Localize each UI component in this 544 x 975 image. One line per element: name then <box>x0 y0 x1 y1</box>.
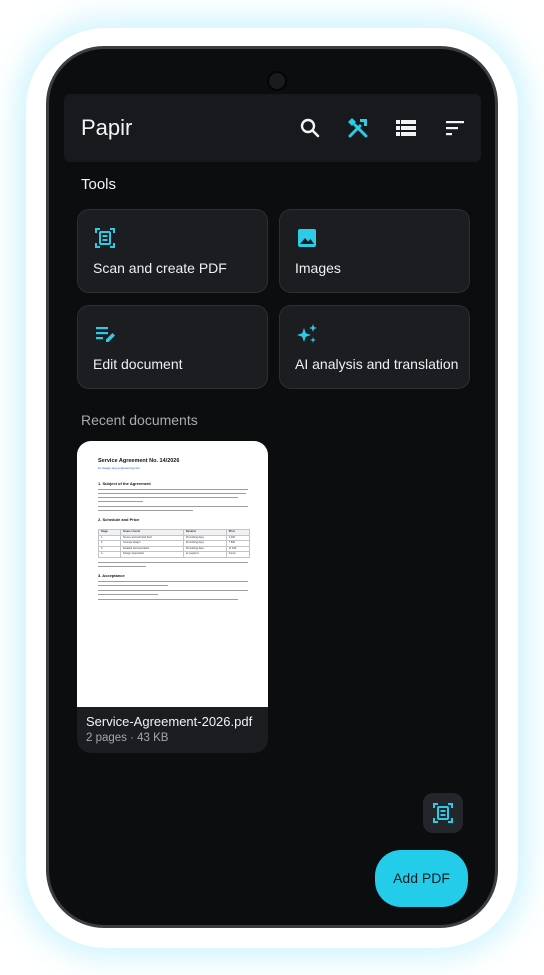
document-card[interactable]: Service Agreement No. 14/2026 lm-design.… <box>77 441 268 753</box>
phone-frame: Papir Tools Scan and create PDF Images E… <box>46 46 498 928</box>
preview-text-line <box>98 562 248 564</box>
search-icon[interactable] <box>298 116 322 140</box>
edit-document-icon <box>93 322 117 346</box>
add-pdf-button[interactable]: Add PDF <box>375 850 468 907</box>
tools-icon[interactable] <box>346 116 370 140</box>
preview-section-heading: 2. Schedule and Price <box>98 517 140 522</box>
tool-label: Scan and create PDF <box>93 260 227 276</box>
tool-card-images[interactable]: Images <box>279 209 470 293</box>
document-meta: 2 pages · 43 KB <box>86 732 169 744</box>
tool-label: AI analysis and translation <box>295 356 459 372</box>
preview-text-line <box>98 501 143 503</box>
tool-label: Images <box>295 260 341 276</box>
front-camera <box>267 71 287 91</box>
preview-table-cell: as required <box>182 551 227 558</box>
document-name: Service-Agreement-2026.pdf <box>86 714 253 729</box>
preview-text-line <box>98 489 248 491</box>
top-app-bar: Papir <box>64 94 481 162</box>
preview-table-row: 4 Design supervision as required hourly <box>98 551 251 558</box>
preview-section-heading: 1. Subject of the Agreement <box>98 481 151 486</box>
preview-text-line <box>98 599 238 601</box>
app-title: Papir <box>81 115 133 140</box>
preview-link: lm-design.eng.engineering.com <box>98 466 140 470</box>
tool-card-edit[interactable]: Edit document <box>77 305 268 389</box>
preview-text-line <box>98 590 248 592</box>
list-view-icon[interactable] <box>394 116 418 140</box>
preview-text-line <box>98 506 248 508</box>
preview-text-line <box>98 497 238 499</box>
preview-text-line <box>98 581 248 583</box>
preview-text-line <box>98 566 146 568</box>
preview-title: Service Agreement No. 14/2026 <box>98 458 180 464</box>
sort-icon[interactable] <box>443 116 467 140</box>
recent-section-title: Recent documents <box>81 412 198 428</box>
preview-text-line <box>98 594 158 596</box>
scan-document-icon <box>93 226 117 250</box>
preview-text-line <box>98 585 168 587</box>
tools-section-title: Tools <box>81 176 117 193</box>
document-thumbnail: Service Agreement No. 14/2026 lm-design.… <box>77 441 268 707</box>
preview-table: Stage Scope of work Duration Price 1 Sur… <box>98 529 251 558</box>
preview-text-line <box>98 493 246 495</box>
preview-text-line <box>98 510 193 512</box>
ai-sparkle-icon <box>295 322 319 346</box>
scan-document-icon <box>433 803 453 823</box>
scan-button[interactable] <box>423 793 463 833</box>
preview-table-cell: 4 <box>98 551 121 558</box>
tool-card-scan[interactable]: Scan and create PDF <box>77 209 268 293</box>
preview-table-cell: Design supervision <box>119 551 184 558</box>
preview-table-cell: hourly <box>225 551 251 558</box>
tool-card-ai[interactable]: AI analysis and translation <box>279 305 470 389</box>
image-icon <box>295 226 319 250</box>
preview-section-heading: 3. Acceptance <box>98 573 125 578</box>
tool-label: Edit document <box>93 356 183 372</box>
